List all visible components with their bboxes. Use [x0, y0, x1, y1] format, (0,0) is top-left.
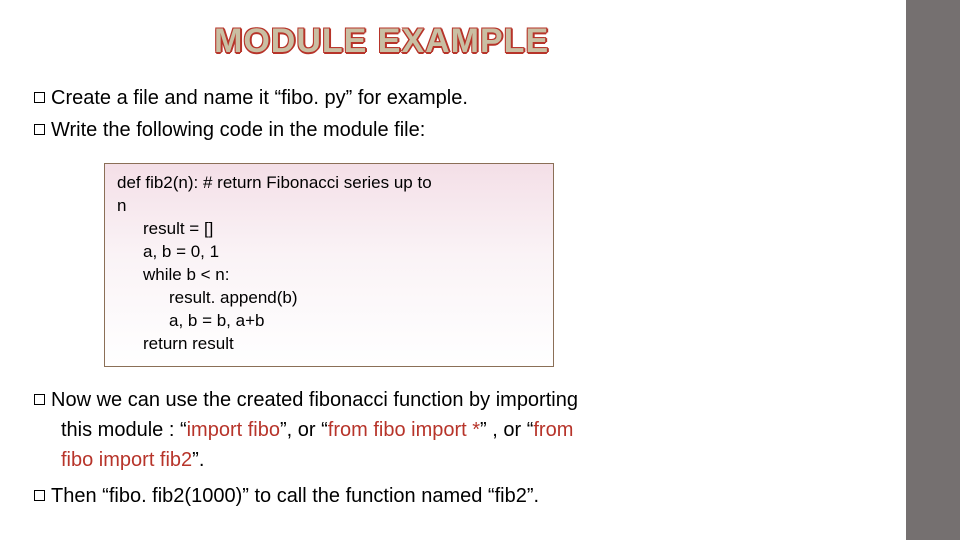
- bullet-para-2: Then “fibo. fib2(1000)” to call the func…: [34, 481, 890, 511]
- highlight-text: fibo import fib2: [61, 449, 192, 471]
- bullet-text: a file and name it “fibo. py” for exampl…: [117, 87, 468, 109]
- bullet-group-bottom: Now we can use the created fibonacci fun…: [34, 385, 890, 511]
- code-line: def fib2(n): # return Fibonacci series u…: [117, 172, 541, 195]
- slide-title: MODULE EXAMPLE: [214, 22, 890, 61]
- bullet-square-icon: [34, 124, 45, 135]
- bullet-cont: this module : “import fibo”, or “from fi…: [34, 419, 573, 441]
- bullet-text: ”, or “: [280, 419, 328, 441]
- bullet-text: we can use the created fibonacci functio…: [97, 389, 578, 411]
- highlight-text: from fibo import *: [328, 419, 480, 441]
- highlight-text: from: [533, 419, 573, 441]
- bullet-text: Write: [51, 119, 103, 141]
- sidebar-stripe: [906, 0, 960, 540]
- bullet-text: ” , or “: [480, 419, 533, 441]
- bullet-text: Now: [51, 389, 97, 411]
- code-line: result = []: [117, 218, 541, 241]
- bullet-para-1: Now we can use the created fibonacci fun…: [34, 385, 890, 475]
- code-line: a, b = 0, 1: [117, 241, 541, 264]
- bullet-line-1: Create a file and name it “fibo. py” for…: [34, 83, 890, 113]
- bullet-text: Create: [51, 87, 117, 109]
- bullet-text: Then: [51, 485, 102, 507]
- slide-content: MODULE EXAMPLE Create a file and name it…: [34, 22, 890, 517]
- bullet-square-icon: [34, 490, 45, 501]
- code-line: while b < n:: [117, 264, 541, 287]
- bullet-text: ”.: [192, 449, 204, 471]
- bullet-line-2: Write the following code in the module f…: [34, 115, 890, 145]
- code-line: return result: [117, 333, 541, 356]
- bullet-group-top: Create a file and name it “fibo. py” for…: [34, 83, 890, 145]
- bullet-square-icon: [34, 92, 45, 103]
- bullet-text: the following code in the module file:: [103, 119, 425, 141]
- code-line: result. append(b): [117, 287, 541, 310]
- code-line: n: [117, 195, 541, 218]
- bullet-cont: fibo import fib2”.: [34, 449, 204, 471]
- slide: MODULE EXAMPLE Create a file and name it…: [0, 0, 960, 540]
- bullet-text: this module : “: [61, 419, 187, 441]
- code-box: def fib2(n): # return Fibonacci series u…: [104, 163, 554, 367]
- bullet-text: “fibo. fib2(1000)” to call the function …: [102, 485, 539, 507]
- highlight-text: import fibo: [187, 419, 280, 441]
- code-line: a, b = b, a+b: [117, 310, 541, 333]
- bullet-square-icon: [34, 394, 45, 405]
